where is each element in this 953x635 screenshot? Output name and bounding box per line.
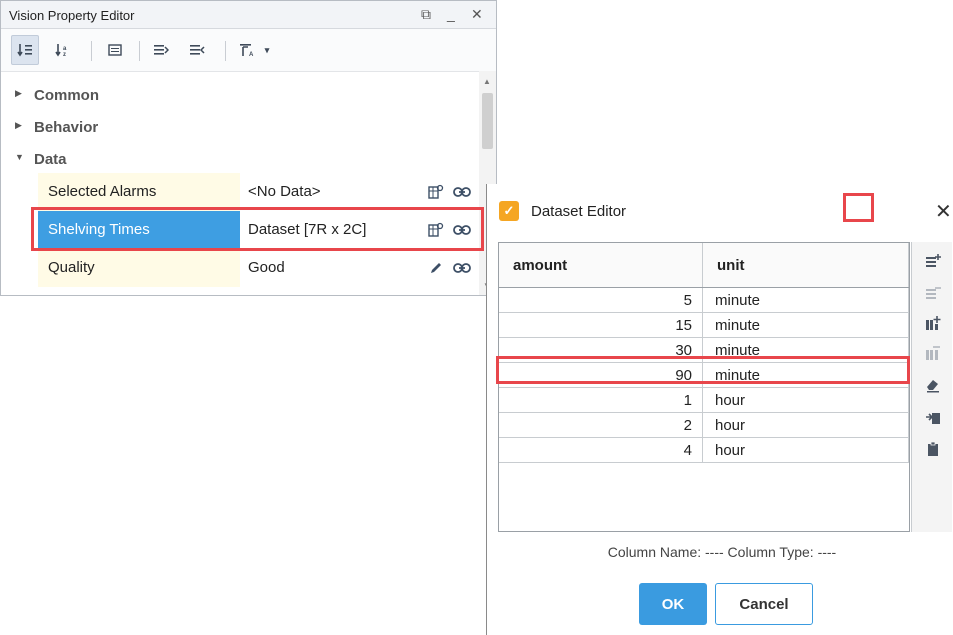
dropdown-arrow-icon[interactable]: ▾ [259, 35, 275, 65]
table-row[interactable]: 4 hour [499, 437, 909, 463]
category-data[interactable]: ▼ Data [1, 143, 479, 175]
column-header-unit[interactable]: unit [702, 243, 909, 288]
category-label: Common [34, 87, 99, 104]
close-icon[interactable]: ✕ [471, 5, 483, 23]
category-behavior[interactable]: ▶ Behavior [1, 111, 479, 143]
table-row[interactable]: 1 hour [499, 387, 909, 413]
property-editor-title: Vision Property Editor [9, 8, 135, 23]
table-row[interactable]: 15 minute [499, 312, 909, 338]
property-row-quality[interactable]: Quality Good [1, 249, 479, 287]
property-name: Shelving Times [38, 211, 240, 249]
binding-link-icon[interactable] [453, 183, 471, 201]
app-icon: ✓ [499, 201, 519, 221]
category-label: Behavior [34, 119, 99, 136]
dataset-editor-dialog: ✓ Dataset Editor ✕ amount unit 5 minute 1… [486, 184, 953, 635]
close-icon[interactable]: ✕ [935, 199, 952, 224]
clipboard-icon[interactable] [922, 438, 944, 460]
cell-amount[interactable]: 5 [499, 287, 703, 313]
cancel-button[interactable]: Cancel [715, 583, 813, 625]
category-label: Data [34, 151, 67, 168]
scroll-up-icon[interactable]: ▲ [483, 77, 491, 86]
collapsed-triangle-icon: ▶ [15, 120, 22, 130]
property-list: ▶ Common ▶ Behavior ▼ Data Selected Alar… [1, 71, 479, 295]
binding-link-icon[interactable] [453, 221, 471, 239]
clear-eraser-icon[interactable] [922, 374, 944, 396]
table-row[interactable]: 90 minute [499, 362, 909, 388]
ok-button[interactable]: OK [639, 583, 707, 625]
cell-unit[interactable]: minute [702, 337, 909, 363]
import-icon[interactable] [922, 406, 944, 428]
property-editor-toolbar: az A ▾ [1, 29, 496, 72]
column-info-label: Column Name: ---- Column Type: ---- [607, 544, 837, 560]
svg-text:A: A [249, 52, 254, 58]
table-row[interactable]: 2 hour [499, 412, 909, 438]
property-row-shelving-times[interactable]: Shelving Times Dataset [7R x 2C] [1, 211, 479, 249]
column-header-amount[interactable]: amount [499, 243, 703, 288]
property-value[interactable]: Good [244, 249, 419, 287]
collapsed-triangle-icon: ▶ [15, 88, 22, 98]
dataset-editor-icon[interactable] [427, 221, 445, 239]
expanded-triangle-icon: ▼ [15, 152, 24, 162]
cell-unit[interactable]: minute [702, 312, 909, 338]
restore-icon[interactable]: ⧉ [421, 5, 431, 23]
property-name: Selected Alarms [38, 173, 240, 211]
cell-unit[interactable]: hour [702, 437, 909, 463]
cell-unit[interactable]: hour [702, 412, 909, 438]
cell-unit[interactable]: hour [702, 387, 909, 413]
sort-alpha-icon[interactable] [11, 35, 39, 65]
category-common[interactable]: ▶ Common [1, 79, 479, 111]
pencil-icon[interactable] [427, 259, 445, 277]
cell-amount[interactable]: 90 [499, 362, 703, 388]
add-column-icon[interactable] [922, 312, 944, 334]
property-editor-titlebar: Vision Property Editor ⧉ _ ✕ [1, 1, 496, 29]
cell-amount[interactable]: 1 [499, 387, 703, 413]
property-name: Quality [38, 249, 240, 287]
table-row[interactable]: 5 minute [499, 287, 909, 313]
remove-row-icon[interactable] [922, 282, 944, 304]
sort-category-icon[interactable]: az [49, 35, 77, 65]
property-editor-panel: Vision Property Editor ⧉ _ ✕ az A ▾ ▶ Co… [0, 0, 497, 296]
cell-amount[interactable]: 4 [499, 437, 703, 463]
dataset-table[interactable]: amount unit 5 minute 15 minute 30 minute 90… [498, 242, 910, 532]
dataset-editor-titlebar: ✓ Dataset Editor ✕ [487, 184, 953, 240]
collapse-all-icon[interactable] [183, 35, 211, 65]
add-row-icon[interactable] [922, 250, 944, 272]
details-icon[interactable] [101, 35, 129, 65]
svg-text:z: z [63, 52, 66, 58]
remove-column-icon[interactable] [922, 342, 944, 364]
cell-amount[interactable]: 15 [499, 312, 703, 338]
property-value[interactable]: Dataset [7R x 2C] [244, 211, 419, 249]
scrollbar-thumb[interactable] [482, 93, 493, 149]
dataset-side-toolbar [911, 242, 952, 532]
binding-link-icon[interactable] [453, 259, 471, 277]
cell-unit[interactable]: minute [702, 362, 909, 388]
property-value[interactable]: <No Data> [244, 173, 419, 211]
dataset-editor-icon[interactable] [427, 183, 445, 201]
table-row[interactable]: 30 minute [499, 337, 909, 363]
cell-unit[interactable]: minute [702, 287, 909, 313]
cell-amount[interactable]: 2 [499, 412, 703, 438]
cell-amount[interactable]: 30 [499, 337, 703, 363]
filter-icon[interactable]: A [233, 35, 261, 65]
expand-all-icon[interactable] [147, 35, 175, 65]
property-row-selected-alarms[interactable]: Selected Alarms <No Data> [1, 173, 479, 211]
minimize-icon[interactable]: _ [447, 5, 455, 23]
dataset-editor-title: Dataset Editor [531, 203, 627, 220]
